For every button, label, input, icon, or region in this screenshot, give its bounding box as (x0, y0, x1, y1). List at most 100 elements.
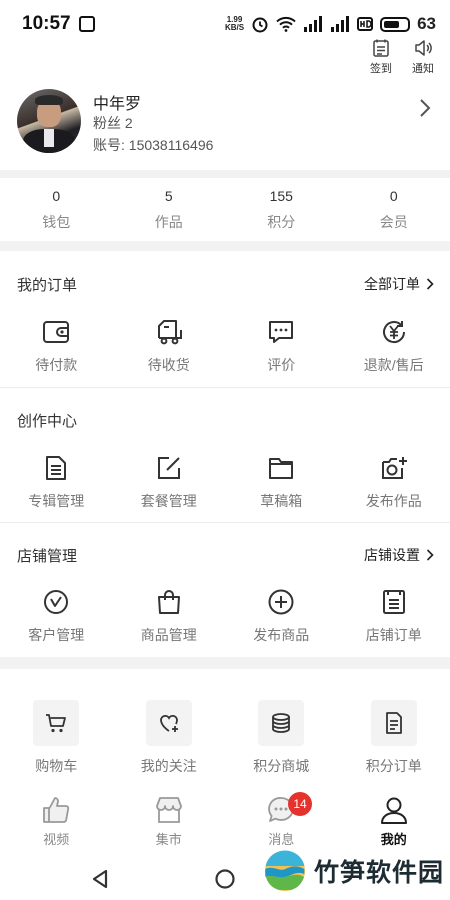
order-pending-receipt[interactable]: 待收货 (113, 318, 226, 375)
profile-account: 账号: 15038116496 (93, 137, 214, 153)
document-icon (385, 712, 402, 734)
stat-membership[interactable]: 0 会员 (338, 178, 450, 240)
grid-label: 发布作品 (365, 493, 422, 509)
creation-header: 创作中心 (0, 400, 450, 440)
heart-plus-icon (159, 714, 178, 732)
profile-fans: 粉丝 2 (93, 115, 133, 131)
section-divider (0, 241, 450, 251)
coins-icon (272, 713, 291, 733)
all-orders-link[interactable]: 全部订单 (364, 274, 434, 294)
tile (33, 700, 80, 746)
cart-icon (46, 714, 67, 733)
notification-app-icon (78, 16, 95, 32)
points-mall[interactable]: 积分商城 (225, 700, 338, 776)
store-header: 店铺管理 店铺设置 (0, 535, 450, 575)
customer-icon (44, 590, 69, 614)
avatar[interactable] (17, 89, 81, 153)
folder-icon (269, 458, 294, 479)
stat-works[interactable]: 5 作品 (113, 178, 226, 240)
battery-level: 63 (417, 14, 436, 33)
hd-icon (357, 17, 374, 31)
user-icon (380, 797, 407, 824)
stat-label: 钱包 (42, 214, 71, 230)
publish-product[interactable]: 发布商品 (225, 588, 338, 645)
home-icon[interactable] (214, 868, 236, 890)
grid-label: 店铺订单 (365, 627, 422, 643)
album-management[interactable]: 专辑管理 (0, 454, 113, 511)
tab-market[interactable]: 集市 (113, 795, 226, 851)
tile (145, 700, 192, 746)
stat-value: 5 (164, 188, 173, 204)
publish-work[interactable]: 发布作品 (338, 454, 450, 511)
checkin-icon (373, 39, 389, 57)
section-divider (0, 657, 450, 669)
status-time: 10:57 (22, 13, 71, 34)
checkin-button[interactable]: 签到 (368, 38, 394, 76)
stat-label: 会员 (379, 214, 408, 230)
unread-badge: 14 (288, 792, 312, 816)
battery-icon (380, 16, 411, 32)
grid-label: 退款/售后 (363, 357, 424, 373)
orders-header: 我的订单 全部订单 (0, 264, 450, 304)
tools-grid: 购物车 我的关注 积分商城 积分订单 (0, 700, 450, 776)
grid-label: 我的关注 (140, 758, 197, 774)
chevron-right-icon (426, 549, 434, 561)
wifi-icon (276, 16, 296, 32)
orders-grid: 待付款 待收货 评价 退款/售后 (0, 318, 450, 375)
tools-section: 购物车 我的关注 积分商城 积分订单 (0, 700, 450, 776)
profile-card[interactable]: 中年罗 粉丝 2 账号: 15038116496 (0, 86, 450, 160)
creation-section: 创作中心 专辑管理 套餐管理 草稿箱 发布作品 (0, 400, 450, 511)
grid-label: 草稿箱 (260, 493, 303, 509)
store-settings-link[interactable]: 店铺设置 (364, 545, 434, 565)
stat-value: 0 (389, 188, 398, 204)
grid-label: 客户管理 (28, 627, 85, 643)
thumbs-up-icon (43, 797, 70, 823)
stat-wallet[interactable]: 0 钱包 (0, 178, 113, 240)
stat-points[interactable]: 155 积分 (225, 178, 338, 240)
grid-label: 购物车 (35, 758, 78, 774)
drafts[interactable]: 草稿箱 (225, 454, 338, 511)
tab-label: 集市 (155, 832, 182, 847)
edit-icon (157, 457, 180, 479)
tab-label: 我的 (380, 832, 407, 847)
store-settings-label: 店铺设置 (364, 547, 420, 563)
refund-icon (382, 321, 405, 344)
package-management[interactable]: 套餐管理 (113, 454, 226, 511)
grid-label: 套餐管理 (140, 493, 197, 509)
alarm-icon (252, 17, 268, 33)
back-icon[interactable] (90, 868, 110, 890)
album-icon (46, 456, 67, 480)
store-section: 店铺管理 店铺设置 客户管理 商品管理 发布商品 店铺订单 (0, 535, 450, 645)
bamboo-logo-icon (265, 850, 305, 891)
points-orders[interactable]: 积分订单 (338, 700, 450, 776)
customer-management[interactable]: 客户管理 (0, 588, 113, 645)
grid-label: 发布商品 (253, 627, 310, 643)
my-follows[interactable]: 我的关注 (113, 700, 226, 776)
tab-video[interactable]: 视频 (0, 795, 113, 851)
tile (370, 700, 417, 746)
shopping-cart[interactable]: 购物车 (0, 700, 113, 776)
tab-messages[interactable]: 消息 14 (225, 792, 338, 851)
notification-button[interactable]: 通知 (410, 38, 436, 76)
truck-icon (157, 320, 182, 345)
grid-label: 积分订单 (365, 758, 422, 774)
chevron-right-icon (426, 278, 434, 290)
product-management[interactable]: 商品管理 (113, 588, 226, 645)
store-grid: 客户管理 商品管理 发布商品 店铺订单 (0, 588, 450, 645)
top-actions: 签到 通知 (368, 38, 436, 76)
order-pending-payment[interactable]: 待付款 (0, 318, 113, 375)
stat-value: 155 (269, 188, 293, 204)
checkin-label: 签到 (370, 63, 392, 75)
wallet-icon (43, 321, 70, 343)
order-review[interactable]: 评价 (225, 318, 338, 375)
bag-icon (157, 590, 180, 614)
store-orders[interactable]: 店铺订单 (338, 588, 450, 645)
profile-name: 中年罗 (93, 96, 142, 113)
orders-section: 我的订单 全部订单 待付款 待收货 评价 退款/售后 (0, 264, 450, 375)
section-separator (0, 387, 450, 388)
tab-me[interactable]: 我的 (338, 795, 450, 851)
status-indicators: 1.99 KB/S 63 (225, 14, 436, 34)
chevron-right-icon[interactable] (418, 98, 432, 118)
order-refund[interactable]: 退款/售后 (338, 318, 450, 375)
stat-label: 作品 (154, 214, 183, 230)
